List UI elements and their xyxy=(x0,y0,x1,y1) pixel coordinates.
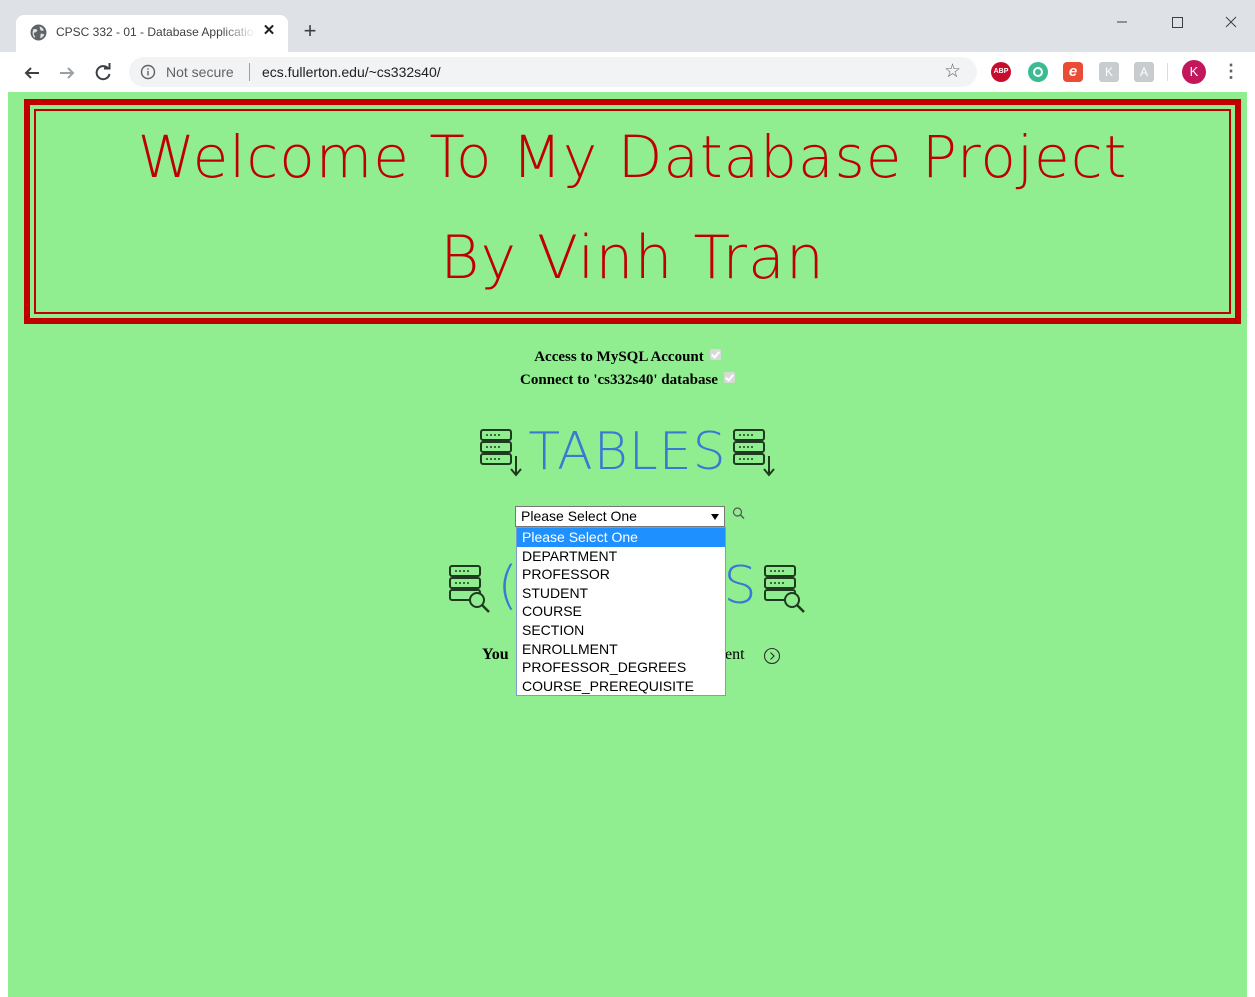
dropdown-option[interactable]: ENROLLMENT xyxy=(517,640,725,659)
dropdown-option[interactable]: DEPARTMENT xyxy=(517,547,725,566)
table-select-dropdown: Please Select One DEPARTMENT PROFESSOR S… xyxy=(516,527,726,697)
tab-title: CPSC 332 - 01 - Database Application xyxy=(56,25,256,39)
tab-close-icon[interactable]: ✕ xyxy=(259,21,279,41)
minimize-button[interactable] xyxy=(1099,8,1145,36)
database-check-icon xyxy=(723,372,735,383)
database-status-row: Connect to 'cs332s40' database xyxy=(8,369,1247,392)
table-select[interactable]: Please Select One xyxy=(515,506,725,527)
search-icon[interactable] xyxy=(731,506,747,522)
pdf-extension-icon[interactable]: A xyxy=(1134,62,1154,82)
url-text[interactable]: ecs.fullerton.edu/~cs332s40/ xyxy=(262,64,441,80)
new-tab-button[interactable]: + xyxy=(298,20,322,44)
green-extension-icon[interactable] xyxy=(1028,62,1048,82)
database-search-icon xyxy=(449,565,490,613)
tables-title: TABLES xyxy=(528,422,727,482)
globe-icon xyxy=(30,24,47,41)
dropdown-option[interactable]: STUDENT xyxy=(517,584,725,603)
gray-extension-icon[interactable]: K xyxy=(1099,62,1119,82)
mysql-status-label: Access to MySQL Account xyxy=(534,349,704,365)
banner-title: Welcome To My Database Project xyxy=(137,123,1128,191)
database-download-icon xyxy=(479,429,522,477)
database-status-label: Connect to 'cs332s40' database xyxy=(520,372,718,388)
close-icon xyxy=(1225,16,1237,28)
circle-chevron-right-icon[interactable] xyxy=(763,647,781,665)
tab-strip: CPSC 332 - 01 - Database Application ✕ + xyxy=(0,0,1255,52)
database-download-icon xyxy=(733,429,775,477)
query-prompt-start: You xyxy=(482,646,509,663)
mysql-status-row: Access to MySQL Account xyxy=(8,346,1247,369)
back-button[interactable] xyxy=(20,61,44,85)
kebab-menu-icon[interactable]: ⋮ xyxy=(1222,60,1240,84)
chevron-down-icon xyxy=(711,514,719,520)
e-extension-icon[interactable]: e xyxy=(1063,62,1083,82)
arrow-right-icon xyxy=(60,67,75,79)
maximize-icon xyxy=(1172,17,1183,28)
bookmark-star-icon[interactable]: ☆ xyxy=(944,61,961,83)
connection-status: Access to MySQL Account Connect to 'cs33… xyxy=(8,346,1247,392)
forward-button[interactable] xyxy=(55,61,79,85)
dropdown-option[interactable]: COURSE_PREREQUISITE xyxy=(517,677,725,696)
banner-author: By Vinh Tran xyxy=(440,223,825,293)
query-prompt-end: ent xyxy=(725,646,745,663)
maximize-button[interactable] xyxy=(1154,8,1200,36)
minimize-icon xyxy=(1117,21,1127,23)
table-select-value: Please Select One xyxy=(521,508,637,524)
address-bar[interactable]: Not secure ecs.fullerton.edu/~cs332s40/ … xyxy=(129,57,977,87)
reload-button[interactable] xyxy=(91,61,115,85)
dropdown-option[interactable]: COURSE xyxy=(517,602,725,621)
security-label[interactable]: Not secure xyxy=(166,64,234,80)
info-icon[interactable] xyxy=(140,64,156,80)
dropdown-option[interactable]: Please Select One xyxy=(517,528,725,547)
mysql-check-icon xyxy=(709,349,721,360)
close-window-button[interactable] xyxy=(1208,8,1254,36)
omnibox-divider xyxy=(249,63,250,81)
database-search-icon xyxy=(763,565,805,613)
welcome-banner: Welcome To My Database Project By Vinh T… xyxy=(24,99,1241,324)
browser-tab[interactable]: CPSC 332 - 01 - Database Application ✕ xyxy=(16,15,288,52)
dropdown-option[interactable]: PROFESSOR xyxy=(517,565,725,584)
dropdown-option[interactable]: PROFESSOR_DEGREES xyxy=(517,658,725,677)
dropdown-option[interactable]: SECTION xyxy=(517,621,725,640)
arrow-left-icon xyxy=(24,67,39,79)
browser-toolbar: Not secure ecs.fullerton.edu/~cs332s40/ … xyxy=(0,52,1255,92)
page-viewport: Welcome To My Database Project By Vinh T… xyxy=(8,92,1247,997)
toolbar-divider xyxy=(1167,63,1168,81)
adblock-extension-icon[interactable]: ABP xyxy=(991,62,1011,82)
profile-avatar[interactable]: K xyxy=(1182,60,1206,84)
tables-header: TABLES xyxy=(8,422,1247,482)
reload-icon xyxy=(95,63,111,81)
